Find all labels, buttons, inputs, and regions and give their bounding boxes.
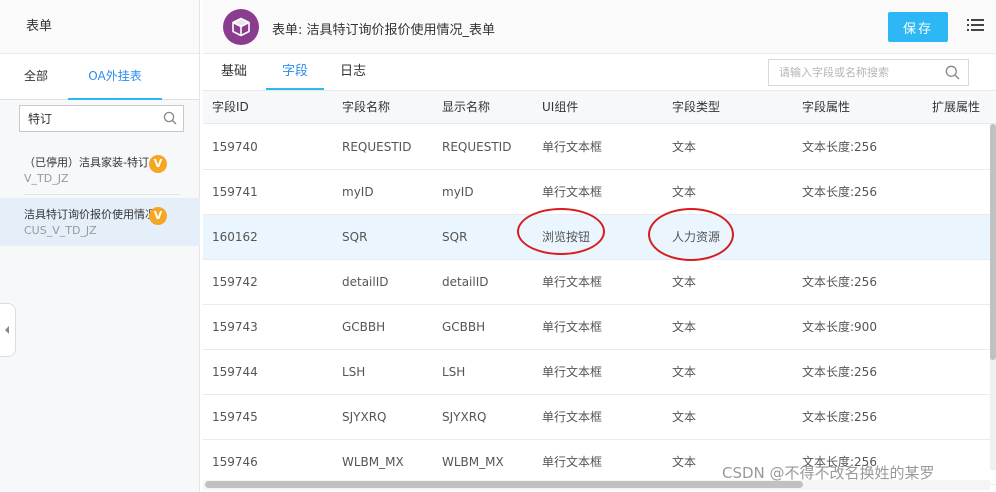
cell-field-id: 159740 — [212, 140, 258, 154]
cell-field-type: 文本 — [672, 185, 697, 199]
sidebar-search — [19, 105, 184, 132]
cell-field-id: 160162 — [212, 230, 258, 244]
list-menu-icon[interactable] — [967, 18, 984, 32]
main-panel: 表单: 洁具特订询价报价使用情况_表单 保存 基础 字段 日志 字段ID 字段名… — [203, 0, 996, 492]
sidebar-search-input[interactable] — [20, 106, 158, 131]
table-row[interactable]: 159743 GCBBH GCBBH 单行文本框 文本 文本长度:900 — [203, 305, 996, 350]
cell-field-name: detailID — [342, 275, 389, 289]
cell-display-name: myID — [442, 185, 474, 199]
cell-field-type: 文本 — [672, 140, 697, 154]
page-title: 表单: 洁具特订询价报价使用情况_表单 — [272, 23, 496, 38]
list-item-table-name: CUS_V_TD_JZ — [24, 224, 97, 237]
list-item-table-name: V_TD_JZ — [24, 172, 69, 185]
column-header-field-name[interactable]: 字段名称 — [342, 91, 390, 124]
cell-field-name: SQR — [342, 230, 368, 244]
vertical-scrollbar[interactable] — [990, 124, 996, 470]
sidebar-tab-all[interactable]: 全部 — [14, 54, 58, 100]
cell-display-name: REQUESTID — [442, 140, 512, 154]
cell-field-id: 159743 — [212, 320, 258, 334]
cell-ui-component: 单行文本框 — [542, 365, 603, 379]
cell-field-name: LSH — [342, 365, 366, 379]
cell-display-name: WLBM_MX — [442, 455, 504, 469]
tab-log[interactable]: 日志 — [333, 54, 373, 90]
cell-ui-component: 单行文本框 — [542, 275, 603, 289]
save-button[interactable]: 保存 — [888, 12, 948, 42]
cube-icon — [232, 17, 250, 37]
table-row[interactable]: 159741 myID myID 单行文本框 文本 文本长度:256 — [203, 170, 996, 215]
cell-ui-component: 单行文本框 — [542, 455, 603, 469]
cell-field-id: 159744 — [212, 365, 258, 379]
search-icon[interactable] — [945, 65, 960, 80]
view-badge: V — [149, 207, 167, 225]
table-row[interactable]: 160162 SQR SQR 浏览按钮 人力资源 — [203, 215, 996, 260]
form-icon — [223, 9, 259, 45]
list-item[interactable]: （已停用）洁具家装-特订... V_TD_JZ V — [0, 146, 200, 194]
field-search — [768, 59, 969, 86]
scrollbar-thumb[interactable] — [990, 124, 996, 360]
cell-field-attribute: 文本长度:256 — [802, 365, 877, 379]
sidebar-title: 表单 — [0, 0, 199, 54]
divider — [24, 194, 180, 195]
cell-field-type: 文本 — [672, 455, 697, 469]
cell-display-name: SQR — [442, 230, 468, 244]
table-header: 字段ID 字段名称 显示名称 UI组件 字段类型 字段属性 扩展属性 — [203, 90, 996, 124]
list-item[interactable]: 洁具特订询价报价使用情况... CUS_V_TD_JZ V — [0, 198, 200, 246]
cell-field-id: 159742 — [212, 275, 258, 289]
search-icon[interactable] — [163, 111, 177, 125]
cell-field-name: GCBBH — [342, 320, 386, 334]
tab-basic[interactable]: 基础 — [215, 54, 253, 90]
sidebar-tab-oa-external[interactable]: OA外挂表 — [68, 54, 162, 100]
cell-field-type: 文本 — [672, 410, 697, 424]
column-header-display-name[interactable]: 显示名称 — [442, 91, 490, 124]
cell-field-type: 人力资源 — [672, 230, 721, 244]
watermark: CSDN @不得不改名换姓的某罗 — [722, 464, 935, 482]
cell-field-type: 文本 — [672, 320, 697, 334]
cell-field-attribute: 文本长度:256 — [802, 275, 877, 289]
cell-ui-component: 浏览按钮 — [542, 230, 591, 244]
cell-ui-component: 单行文本框 — [542, 185, 603, 199]
column-header-field-attribute[interactable]: 字段属性 — [802, 91, 850, 124]
cell-field-attribute: 文本长度:256 — [802, 410, 877, 424]
column-header-field-type[interactable]: 字段类型 — [672, 91, 720, 124]
cell-ui-component: 单行文本框 — [542, 320, 603, 334]
cell-display-name: SJYXRQ — [442, 410, 487, 424]
cell-field-name: REQUESTID — [342, 140, 412, 154]
cell-field-name: WLBM_MX — [342, 455, 404, 469]
cell-field-name: myID — [342, 185, 374, 199]
cell-field-attribute: 文本长度:256 — [802, 140, 877, 154]
field-search-input[interactable] — [769, 60, 939, 85]
cell-field-id: 159741 — [212, 185, 258, 199]
sidebar: 表单 全部 OA外挂表 （已停用）洁具家装-特订... V_TD_JZ V 洁具… — [0, 0, 200, 492]
chevron-left-icon — [5, 326, 9, 334]
scrollbar-thumb[interactable] — [205, 481, 803, 488]
cell-field-attribute: 文本长度:900 — [802, 320, 877, 334]
cell-field-type: 文本 — [672, 365, 697, 379]
view-badge: V — [149, 155, 167, 173]
cell-display-name: detailID — [442, 275, 489, 289]
tab-fields[interactable]: 字段 — [266, 54, 324, 90]
table-row[interactable]: 159745 SJYXRQ SJYXRQ 单行文本框 文本 文本长度:256 — [203, 395, 996, 440]
table-row[interactable]: 159744 LSH LSH 单行文本框 文本 文本长度:256 — [203, 350, 996, 395]
cell-ui-component: 单行文本框 — [542, 140, 603, 154]
cell-field-id: 159746 — [212, 455, 258, 469]
column-header-extended-attribute[interactable]: 扩展属性 — [932, 91, 980, 124]
cell-display-name: LSH — [442, 365, 466, 379]
cell-ui-component: 单行文本框 — [542, 410, 603, 424]
sidebar-tabs: 全部 OA外挂表 — [0, 54, 199, 100]
column-header-ui-component[interactable]: UI组件 — [542, 91, 578, 124]
cell-field-attribute: 文本长度:256 — [802, 185, 877, 199]
cell-field-id: 159745 — [212, 410, 258, 424]
collapse-handle[interactable] — [0, 303, 16, 357]
column-header-field-id[interactable]: 字段ID — [212, 91, 249, 124]
cell-field-type: 文本 — [672, 275, 697, 289]
header: 表单: 洁具特订询价报价使用情况_表单 保存 — [203, 0, 996, 54]
table-row[interactable]: 159740 REQUESTID REQUESTID 单行文本框 文本 文本长度:256 — [203, 125, 996, 170]
table-row[interactable]: 159742 detailID detailID 单行文本框 文本 文本长度:256 — [203, 260, 996, 305]
cell-display-name: GCBBH — [442, 320, 486, 334]
cell-field-name: SJYXRQ — [342, 410, 387, 424]
